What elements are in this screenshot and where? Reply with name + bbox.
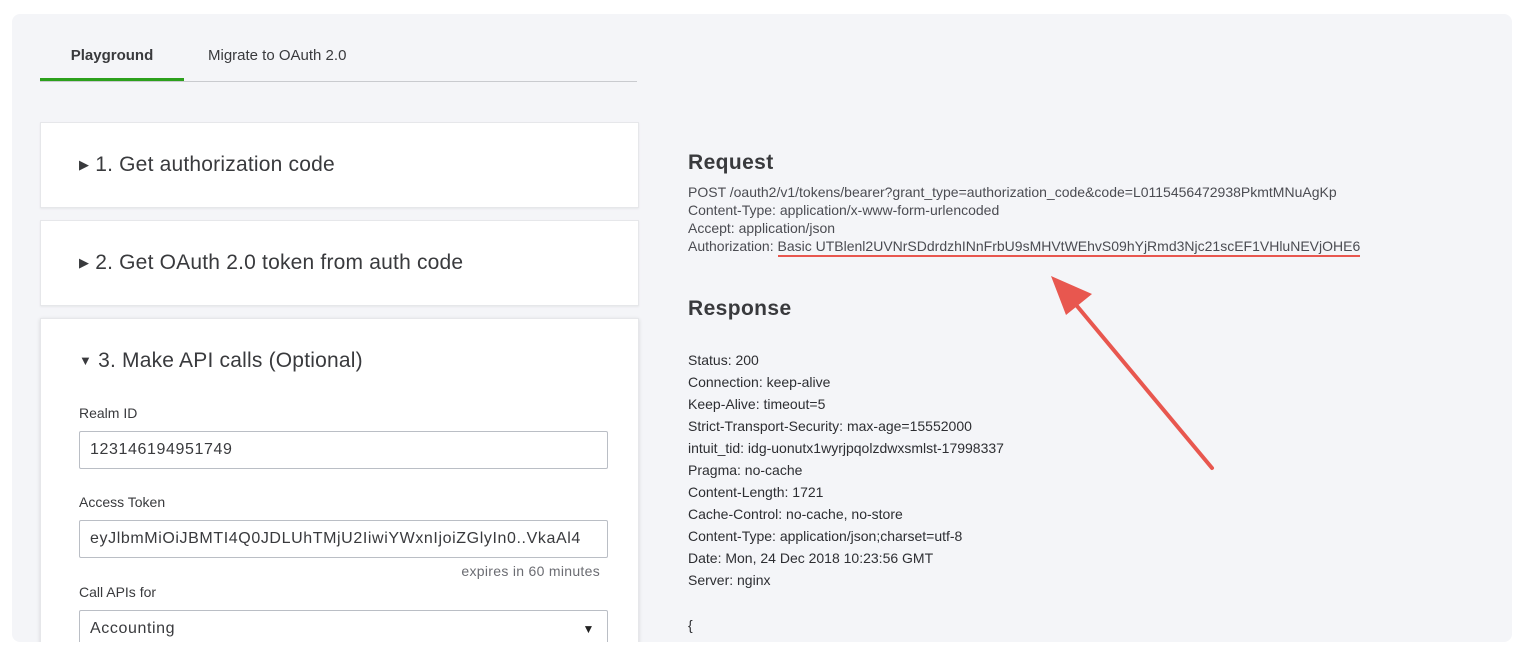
step2-panel: ▶ 2. Get OAuth 2.0 token from auth code xyxy=(40,220,639,306)
request-line: Content-Type: application/x-www-form-url… xyxy=(688,202,1000,218)
response-line: Keep-Alive: timeout=5 xyxy=(688,396,826,412)
oauth-playground-card: Playground Migrate to OAuth 2.0 ▶ 1. Get … xyxy=(12,14,1512,642)
token-expiry-text: expires in 60 minutes xyxy=(461,563,600,579)
step3-header[interactable]: ▼ 3. Make API calls (Optional) xyxy=(79,349,363,373)
step1-title: 1. Get authorization code xyxy=(95,153,335,176)
response-body-open: { xyxy=(688,617,693,633)
tab-bar: Playground Migrate to OAuth 2.0 xyxy=(40,44,637,82)
request-line: POST /oauth2/v1/tokens/bearer?grant_type… xyxy=(688,184,1337,200)
tab-playground[interactable]: Playground xyxy=(40,44,184,81)
request-heading: Request xyxy=(688,151,774,174)
response-line: Cache-Control: no-cache, no-store xyxy=(688,506,903,522)
step3-title: 3. Make API calls (Optional) xyxy=(98,349,363,372)
realm-id-input[interactable]: 123146194951749 xyxy=(79,431,608,469)
step1-panel: ▶ 1. Get authorization code xyxy=(40,122,639,208)
request-details: POST /oauth2/v1/tokens/bearer?grant_type… xyxy=(688,183,1361,257)
request-auth-line: Authorization: Basic UTBlenl2UVNrSDdrdzh… xyxy=(688,237,1361,257)
triangle-right-icon: ▶ xyxy=(79,157,90,172)
triangle-down-icon: ▼ xyxy=(79,353,93,368)
access-token-label: Access Token xyxy=(79,494,166,510)
response-line: Date: Mon, 24 Dec 2018 10:23:56 GMT xyxy=(688,550,934,566)
response-line: Strict-Transport-Security: max-age=15552… xyxy=(688,418,972,434)
response-line: intuit_tid: idg-uonutx1wyrjpqolzdwxsmlst… xyxy=(688,440,1004,456)
step2-header[interactable]: ▶ 2. Get OAuth 2.0 token from auth code xyxy=(79,251,463,275)
response-line: Content-Length: 1721 xyxy=(688,484,824,500)
call-apis-for-value: Accounting xyxy=(90,620,176,637)
chevron-down-icon: ▼ xyxy=(582,622,595,636)
realm-id-label: Realm ID xyxy=(79,405,138,421)
access-token-input[interactable]: eyJlbmMiOiJBMTI4Q0JDLUhTMjU2IiwiYWxnIjoi… xyxy=(79,520,608,558)
response-line: Status: 200 xyxy=(688,352,759,368)
response-headers: Status: 200 Connection: keep-alive Keep-… xyxy=(688,349,1004,591)
step3-panel: ▼ 3. Make API calls (Optional) Realm ID 1… xyxy=(40,318,639,642)
response-body: { xyxy=(688,615,693,635)
step2-title: 2. Get OAuth 2.0 token from auth code xyxy=(95,251,464,274)
auth-header-value: Basic UTBlenl2UVNrSDdrdzhINnFrbU9sMHVtWE… xyxy=(777,238,1361,257)
step1-header[interactable]: ▶ 1. Get authorization code xyxy=(79,153,335,177)
tab-migrate-oauth2[interactable]: Migrate to OAuth 2.0 xyxy=(208,44,346,81)
auth-header-label: Authorization: xyxy=(688,238,778,254)
response-line: Server: nginx xyxy=(688,572,771,588)
response-line: Pragma: no-cache xyxy=(688,462,803,478)
request-line: Accept: application/json xyxy=(688,220,836,236)
response-heading: Response xyxy=(688,297,792,320)
response-line: Content-Type: application/json;charset=u… xyxy=(688,528,963,544)
call-apis-for-select[interactable]: Accounting ▼ xyxy=(79,610,608,642)
triangle-right-icon: ▶ xyxy=(79,255,90,270)
response-line: Connection: keep-alive xyxy=(688,374,831,390)
call-apis-for-label: Call APIs for xyxy=(79,584,157,600)
